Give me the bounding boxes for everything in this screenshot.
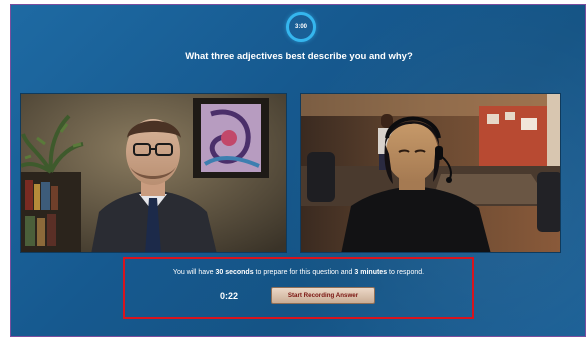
question-text: What three adjectives best describe you … xyxy=(185,51,413,62)
prep-countdown: 0:22 xyxy=(220,291,239,301)
timer-label: 3:00 xyxy=(294,24,307,30)
answer-time: 3 minutes xyxy=(354,269,388,276)
candidate-video-frame xyxy=(301,94,560,252)
recording-panel: You will have 30 seconds to prepare for … xyxy=(123,257,474,319)
start-recording-button[interactable]: Start Recording Answer xyxy=(271,287,375,304)
candidate-video xyxy=(300,93,561,253)
interviewer-video-frame xyxy=(21,94,286,252)
question-timer: 3:00 xyxy=(286,12,316,42)
instructions-middle: to prepare for this question and xyxy=(253,269,355,276)
prep-time: 30 seconds xyxy=(215,269,254,276)
instructions-text: You will have 30 seconds to prepare for … xyxy=(125,269,472,276)
interview-screen: 3:00 What three adjectives best describe… xyxy=(10,4,586,337)
interviewer-video xyxy=(20,93,287,253)
instructions-suffix: to respond. xyxy=(387,269,425,276)
instructions-prefix: You will have xyxy=(172,269,216,276)
